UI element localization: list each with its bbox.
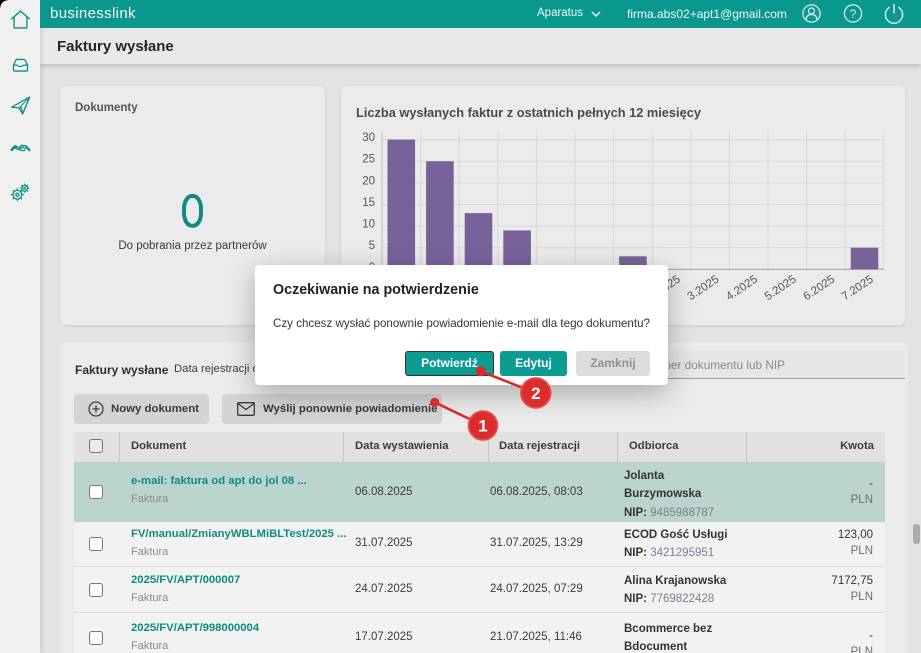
svg-text:5.2025: 5.2025 [763, 274, 799, 304]
svg-text:7.2025: 7.2025 [840, 274, 876, 304]
svg-text:6.2025: 6.2025 [801, 274, 837, 304]
svg-text:15: 15 [362, 197, 375, 209]
svg-text:25: 25 [362, 154, 375, 166]
svg-text:3.2025: 3.2025 [685, 274, 721, 304]
svg-text:10: 10 [362, 219, 375, 231]
svg-text:5: 5 [369, 240, 375, 252]
svg-text:20: 20 [362, 175, 375, 187]
svg-text:4.2025: 4.2025 [724, 274, 760, 304]
svg-text:?: ? [850, 7, 857, 21]
svg-text:30: 30 [362, 132, 375, 144]
